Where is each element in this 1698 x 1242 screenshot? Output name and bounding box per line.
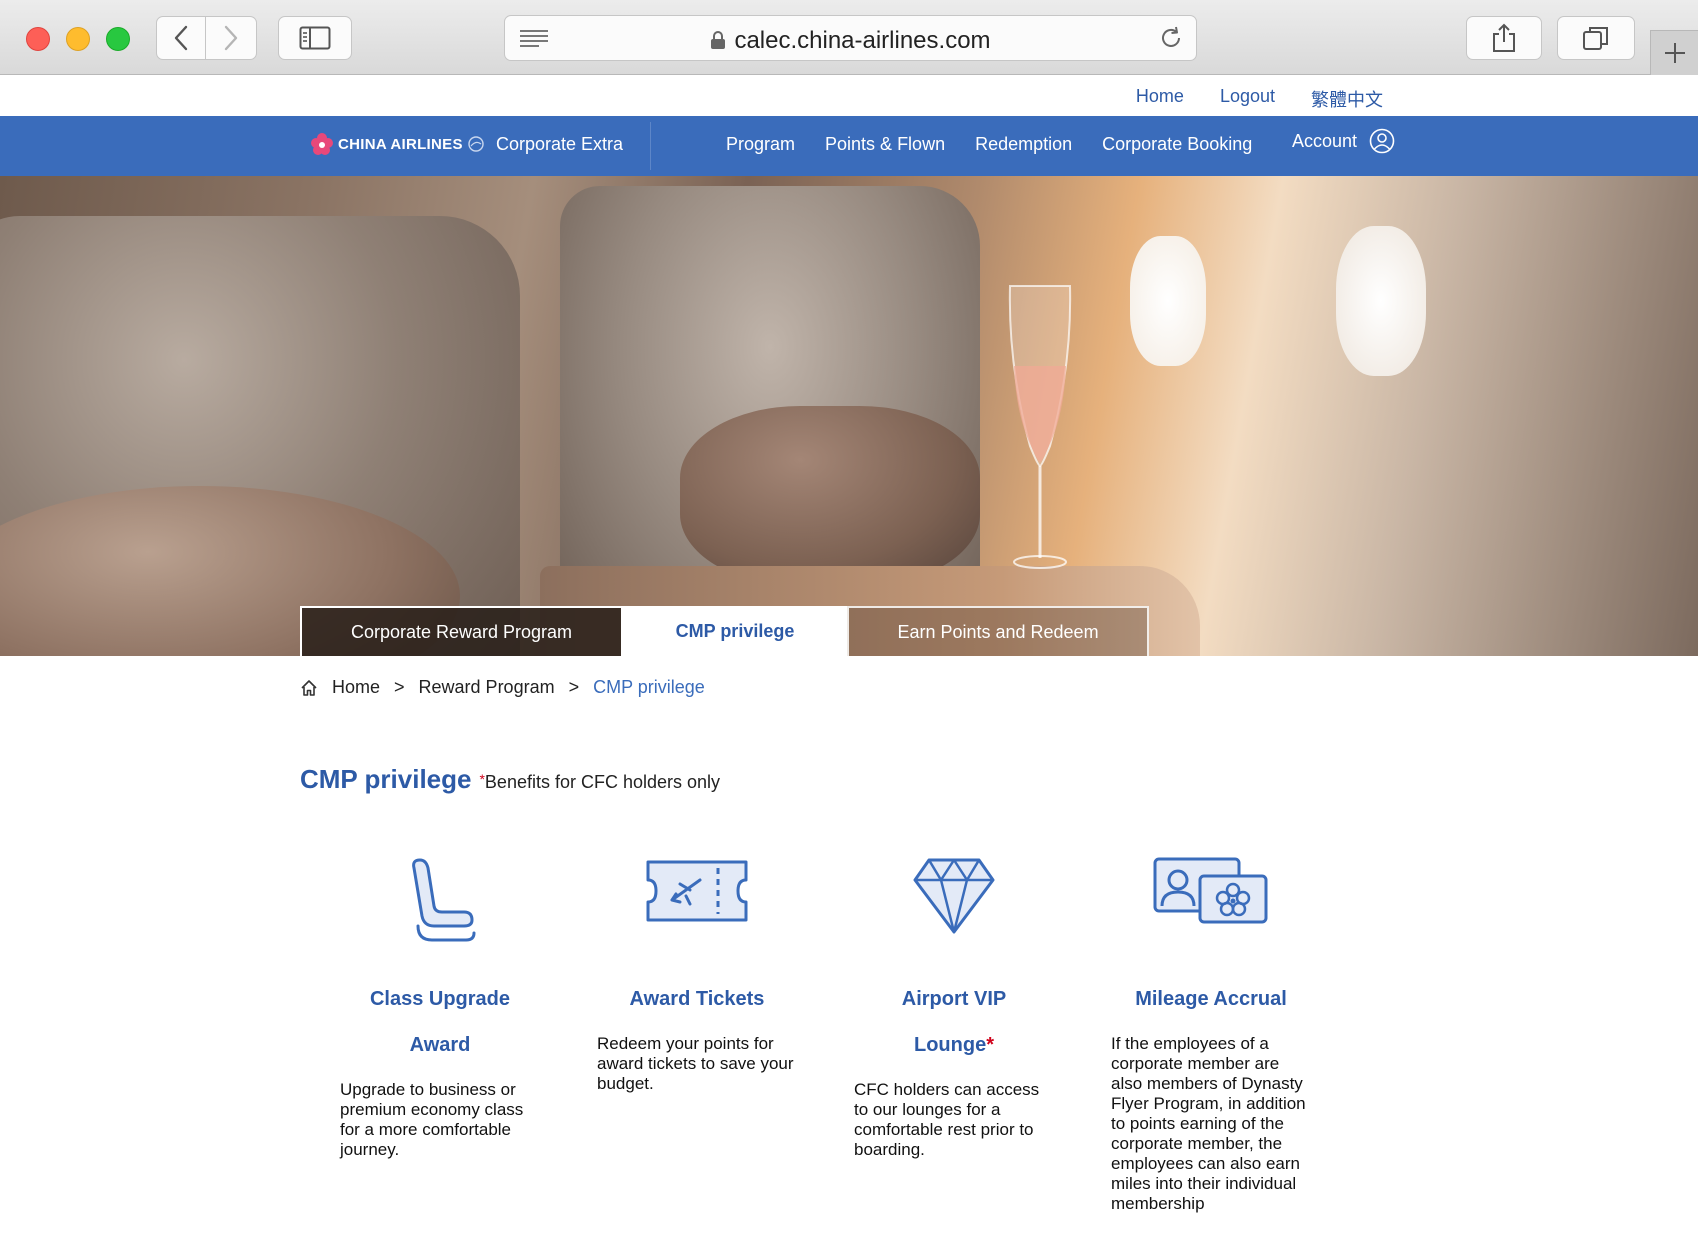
minimize-window-button[interactable] [66,27,90,51]
nav-divider [650,122,651,170]
breadcrumb-reward-program[interactable]: Reward Program [419,677,555,698]
breadcrumb-current: CMP privilege [593,677,705,697]
page-title: CMP privilege [300,764,472,794]
tab-corporate-reward-program[interactable]: Corporate Reward Program [300,606,623,656]
section-header: CMP privilege *Benefits for CFC holders … [300,764,720,795]
utility-links: Home Logout 繁體中文 [1136,86,1383,112]
home-link[interactable]: Home [1136,86,1184,112]
benefit-card-airport-vip-lounge: Airport VIP Lounge* CFC holders can acce… [854,856,1054,1160]
card-title-line: Lounge* [854,1022,1054,1068]
card-description: Upgrade to business or premium economy c… [340,1080,524,1159]
sidebar-icon [299,26,331,50]
card-title-line: Class Upgrade [369,988,511,1010]
tab-overview-button[interactable] [1557,16,1635,60]
tab-earn-points-and-redeem[interactable]: Earn Points and Redeem [847,606,1149,656]
close-window-button[interactable] [26,27,50,51]
note-text: Benefits for CFC holders only [484,772,721,792]
reload-icon[interactable] [1158,25,1184,51]
zoom-window-button[interactable] [106,27,130,51]
benefit-card-award-tickets: Award Tickets Redeem your points for awa… [597,856,797,1094]
seat-icon [340,856,540,976]
card-title-line: Mileage Accrual [1135,988,1287,1010]
chevron-right-icon [224,25,238,51]
new-tab-button[interactable] [1650,30,1698,75]
url-text: calec.china-airlines.com [505,27,1196,55]
nav-item-corporate-booking[interactable]: Corporate Booking [1102,134,1252,155]
lock-icon [711,31,726,49]
nav-menu: Program Points & Flown Redemption Corpor… [726,134,1252,155]
nav-item-program[interactable]: Program [726,134,795,155]
hero-pillow-shape [680,406,980,586]
benefit-card-class-upgrade: Class Upgrade Award Upgrade to business … [340,856,540,1160]
nav-item-points-flown[interactable]: Points & Flown [825,134,945,155]
card-title-line: Airport VIP [901,988,1007,1010]
card-title-line: Award [409,1034,471,1056]
share-button[interactable] [1466,16,1542,60]
plum-blossom-icon [311,133,333,155]
back-button[interactable] [156,16,206,60]
hero-window-shape [1336,226,1426,376]
brand-swirl-icon [468,136,484,152]
plus-icon [1664,43,1685,63]
main-navbar: CHINA AIRLINES Corporate Extra Program P… [0,116,1698,176]
address-bar[interactable]: calec.china-airlines.com [504,15,1197,61]
breadcrumb-separator: > [394,677,405,697]
membership-card-icon [1111,856,1311,976]
card-description: If the employees of a corporate member a… [1111,1034,1306,1213]
language-link[interactable]: 繁體中文 [1311,86,1383,112]
breadcrumb: Home > Reward Program > CMP privilege [300,677,705,698]
home-icon[interactable] [300,679,318,697]
tabs-icon [1583,27,1608,50]
card-description: CFC holders can access to our lounges fo… [854,1080,1040,1159]
logout-link[interactable]: Logout [1220,86,1275,112]
diamond-icon [854,856,1054,976]
browser-toolbar: calec.china-airlines.com [0,0,1698,75]
forward-button[interactable] [206,16,257,60]
card-title: Award Tickets [597,976,797,1022]
champagne-glass-illustration [1008,285,1072,569]
chevron-left-icon [174,25,188,51]
account-menu[interactable]: Account [1292,128,1395,154]
section-note: *Benefits for CFC holders only [479,771,720,793]
hero-window-shape [1130,236,1206,366]
benefit-card-mileage-accrual: Mileage Accrual If the employees of a co… [1111,856,1311,1214]
nav-item-redemption[interactable]: Redemption [975,134,1072,155]
card-title-text: Lounge [913,1034,987,1056]
hero-tabs: Corporate Reward Program CMP privilege E… [300,606,1149,656]
account-label: Account [1292,130,1358,151]
title-asterisk: * [986,1034,994,1056]
brand-text: CHINA AIRLINES [338,135,463,153]
card-title: Mileage Accrual [1111,976,1311,1022]
card-title: Airport VIP Lounge* [854,976,1054,1068]
program-name[interactable]: Corporate Extra [496,134,623,155]
share-icon [1493,23,1515,52]
breadcrumb-separator: > [568,677,580,697]
card-description: Redeem your points for award tickets to … [597,1034,794,1093]
card-title: Class Upgrade Award [340,976,540,1068]
url-label: calec.china-airlines.com [734,27,991,54]
tab-cmp-privilege[interactable]: CMP privilege [623,606,847,656]
hero-banner: Corporate Reward Program CMP privilege E… [0,176,1698,656]
sidebar-toggle-button[interactable] [278,16,352,60]
breadcrumb-home[interactable]: Home [332,677,380,698]
web-page: Home Logout 繁體中文 CHINA AIRLINES Corporat… [0,76,1698,1242]
card-title-line: Award Tickets [629,988,765,1010]
ticket-icon [597,856,797,976]
user-circle-icon [1369,128,1395,154]
china-airlines-logo[interactable]: CHINA AIRLINES [310,132,485,156]
